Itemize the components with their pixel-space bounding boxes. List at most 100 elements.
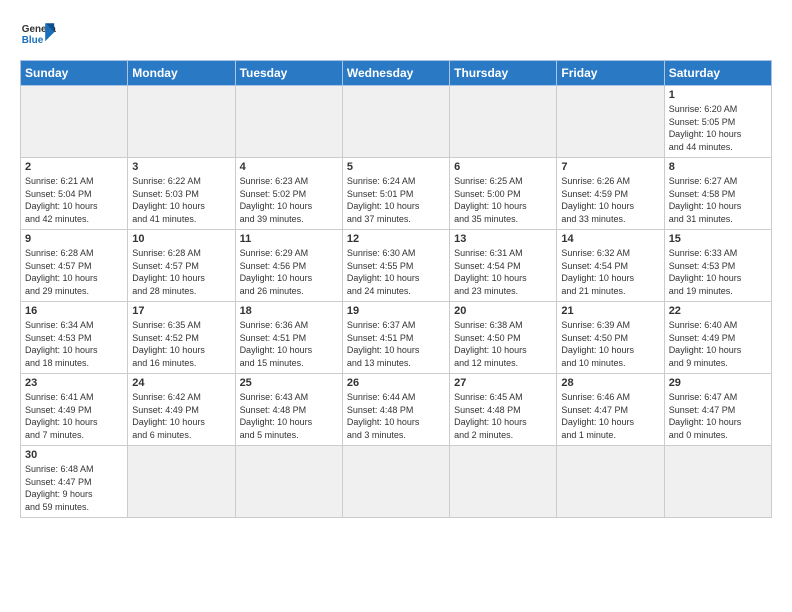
empty-cell [450, 86, 557, 158]
day-cell-2: 2Sunrise: 6:21 AM Sunset: 5:04 PM Daylig… [21, 158, 128, 230]
day-info: Sunrise: 6:43 AM Sunset: 4:48 PM Dayligh… [240, 391, 338, 441]
day-cell-7: 7 Sunrise: 6:26 AM Sunset: 4:59 PM Daylig… [557, 158, 664, 230]
day-cell-25: 25 Sunrise: 6:43 AM Sunset: 4:48 PM Dayli… [235, 374, 342, 446]
day-info: Sunrise: 6:26 AM Sunset: 4:59 PM Dayligh… [561, 175, 659, 225]
day-info: Sunrise: 6:47 AM Sunset: 4:47 PM Dayligh… [669, 391, 767, 441]
day-info: Sunrise: 6:27 AM Sunset: 4:58 PM Dayligh… [669, 175, 767, 225]
day-number: 17 [132, 305, 230, 317]
day-info: Sunrise: 6:35 AM Sunset: 4:52 PM Dayligh… [132, 319, 230, 369]
day-number: 12 [347, 233, 445, 245]
day-cell-5: 5Sunrise: 6:24 AM Sunset: 5:01 PM Daylig… [342, 158, 449, 230]
empty-cell [342, 86, 449, 158]
day-info: Sunrise: 6:44 AM Sunset: 4:48 PM Dayligh… [347, 391, 445, 441]
day-number: 29 [669, 377, 767, 389]
day-cell-24: 24 Sunrise: 6:42 AM Sunset: 4:49 PM Dayli… [128, 374, 235, 446]
day-number: 20 [454, 305, 552, 317]
day-number: 15 [669, 233, 767, 245]
day-number: 11 [240, 233, 338, 245]
day-cell-22: 22Sunrise: 6:40 AM Sunset: 4:49 PM Dayli… [664, 302, 771, 374]
empty-cell [235, 446, 342, 518]
day-number: 8 [669, 161, 767, 173]
day-cell-18: 18 Sunrise: 6:36 AM Sunset: 4:51 PM Dayli… [235, 302, 342, 374]
day-info: Sunrise: 6:39 AM Sunset: 4:50 PM Dayligh… [561, 319, 659, 369]
weekday-tuesday: Tuesday [235, 61, 342, 86]
day-cell-13: 13 Sunrise: 6:31 AM Sunset: 4:54 PM Dayli… [450, 230, 557, 302]
day-cell-28: 28 Sunrise: 6:46 AM Sunset: 4:47 PM Dayli… [557, 374, 664, 446]
day-info: Sunrise: 6:32 AM Sunset: 4:54 PM Dayligh… [561, 247, 659, 297]
day-info: Sunrise: 6:46 AM Sunset: 4:47 PM Dayligh… [561, 391, 659, 441]
day-number: 16 [25, 305, 123, 317]
week-row-4: 23Sunrise: 6:41 AM Sunset: 4:49 PM Dayli… [21, 374, 772, 446]
day-number: 3 [132, 161, 230, 173]
day-info: Sunrise: 6:40 AM Sunset: 4:49 PM Dayligh… [669, 319, 767, 369]
day-number: 18 [240, 305, 338, 317]
page: General Blue SundayMondayTuesdayWednesda… [0, 0, 792, 612]
week-row-0: 1Sunrise: 6:20 AM Sunset: 5:05 PM Daylig… [21, 86, 772, 158]
day-info: Sunrise: 6:23 AM Sunset: 5:02 PM Dayligh… [240, 175, 338, 225]
empty-cell [21, 86, 128, 158]
day-number: 25 [240, 377, 338, 389]
day-number: 14 [561, 233, 659, 245]
day-number: 28 [561, 377, 659, 389]
day-cell-27: 27Sunrise: 6:45 AM Sunset: 4:48 PM Dayli… [450, 374, 557, 446]
day-info: Sunrise: 6:38 AM Sunset: 4:50 PM Dayligh… [454, 319, 552, 369]
empty-cell [342, 446, 449, 518]
svg-text:Blue: Blue [22, 35, 44, 46]
logo: General Blue [20, 16, 56, 52]
day-info: Sunrise: 6:28 AM Sunset: 4:57 PM Dayligh… [132, 247, 230, 297]
day-number: 1 [669, 89, 767, 101]
empty-cell [664, 446, 771, 518]
day-cell-12: 12Sunrise: 6:30 AM Sunset: 4:55 PM Dayli… [342, 230, 449, 302]
weekday-friday: Friday [557, 61, 664, 86]
day-number: 19 [347, 305, 445, 317]
day-info: Sunrise: 6:31 AM Sunset: 4:54 PM Dayligh… [454, 247, 552, 297]
weekday-monday: Monday [128, 61, 235, 86]
day-cell-19: 19 Sunrise: 6:37 AM Sunset: 4:51 PM Dayli… [342, 302, 449, 374]
day-cell-20: 20 Sunrise: 6:38 AM Sunset: 4:50 PM Dayli… [450, 302, 557, 374]
empty-cell [128, 86, 235, 158]
day-cell-26: 26 Sunrise: 6:44 AM Sunset: 4:48 PM Dayli… [342, 374, 449, 446]
day-cell-16: 16Sunrise: 6:34 AM Sunset: 4:53 PM Dayli… [21, 302, 128, 374]
day-number: 23 [25, 377, 123, 389]
day-number: 7 [561, 161, 659, 173]
day-info: Sunrise: 6:37 AM Sunset: 4:51 PM Dayligh… [347, 319, 445, 369]
day-info: Sunrise: 6:42 AM Sunset: 4:49 PM Dayligh… [132, 391, 230, 441]
calendar: SundayMondayTuesdayWednesdayThursdayFrid… [20, 60, 772, 518]
day-number: 21 [561, 305, 659, 317]
day-cell-30: 30Sunrise: 6:48 AM Sunset: 4:47 PM Dayli… [21, 446, 128, 518]
week-row-1: 2Sunrise: 6:21 AM Sunset: 5:04 PM Daylig… [21, 158, 772, 230]
day-cell-11: 11 Sunrise: 6:29 AM Sunset: 4:56 PM Dayli… [235, 230, 342, 302]
week-row-3: 16Sunrise: 6:34 AM Sunset: 4:53 PM Dayli… [21, 302, 772, 374]
day-number: 5 [347, 161, 445, 173]
day-number: 10 [132, 233, 230, 245]
day-cell-15: 15 Sunrise: 6:33 AM Sunset: 4:53 PM Dayli… [664, 230, 771, 302]
day-number: 2 [25, 161, 123, 173]
day-cell-29: 29 Sunrise: 6:47 AM Sunset: 4:47 PM Dayli… [664, 374, 771, 446]
weekday-wednesday: Wednesday [342, 61, 449, 86]
empty-cell [557, 86, 664, 158]
weekday-header-row: SundayMondayTuesdayWednesdayThursdayFrid… [21, 61, 772, 86]
day-number: 13 [454, 233, 552, 245]
day-info: Sunrise: 6:48 AM Sunset: 4:47 PM Dayligh… [25, 463, 123, 513]
weekday-sunday: Sunday [21, 61, 128, 86]
day-number: 26 [347, 377, 445, 389]
day-info: Sunrise: 6:36 AM Sunset: 4:51 PM Dayligh… [240, 319, 338, 369]
day-number: 9 [25, 233, 123, 245]
week-row-2: 9 Sunrise: 6:28 AM Sunset: 4:57 PM Daylig… [21, 230, 772, 302]
week-row-5: 30Sunrise: 6:48 AM Sunset: 4:47 PM Dayli… [21, 446, 772, 518]
logo-icon: General Blue [20, 16, 56, 52]
day-number: 6 [454, 161, 552, 173]
empty-cell [128, 446, 235, 518]
day-cell-23: 23Sunrise: 6:41 AM Sunset: 4:49 PM Dayli… [21, 374, 128, 446]
day-cell-6: 6 Sunrise: 6:25 AM Sunset: 5:00 PM Daylig… [450, 158, 557, 230]
day-info: Sunrise: 6:25 AM Sunset: 5:00 PM Dayligh… [454, 175, 552, 225]
day-cell-9: 9 Sunrise: 6:28 AM Sunset: 4:57 PM Daylig… [21, 230, 128, 302]
empty-cell [557, 446, 664, 518]
day-info: Sunrise: 6:28 AM Sunset: 4:57 PM Dayligh… [25, 247, 123, 297]
empty-cell [450, 446, 557, 518]
day-info: Sunrise: 6:33 AM Sunset: 4:53 PM Dayligh… [669, 247, 767, 297]
weekday-thursday: Thursday [450, 61, 557, 86]
day-number: 24 [132, 377, 230, 389]
day-info: Sunrise: 6:29 AM Sunset: 4:56 PM Dayligh… [240, 247, 338, 297]
weekday-saturday: Saturday [664, 61, 771, 86]
